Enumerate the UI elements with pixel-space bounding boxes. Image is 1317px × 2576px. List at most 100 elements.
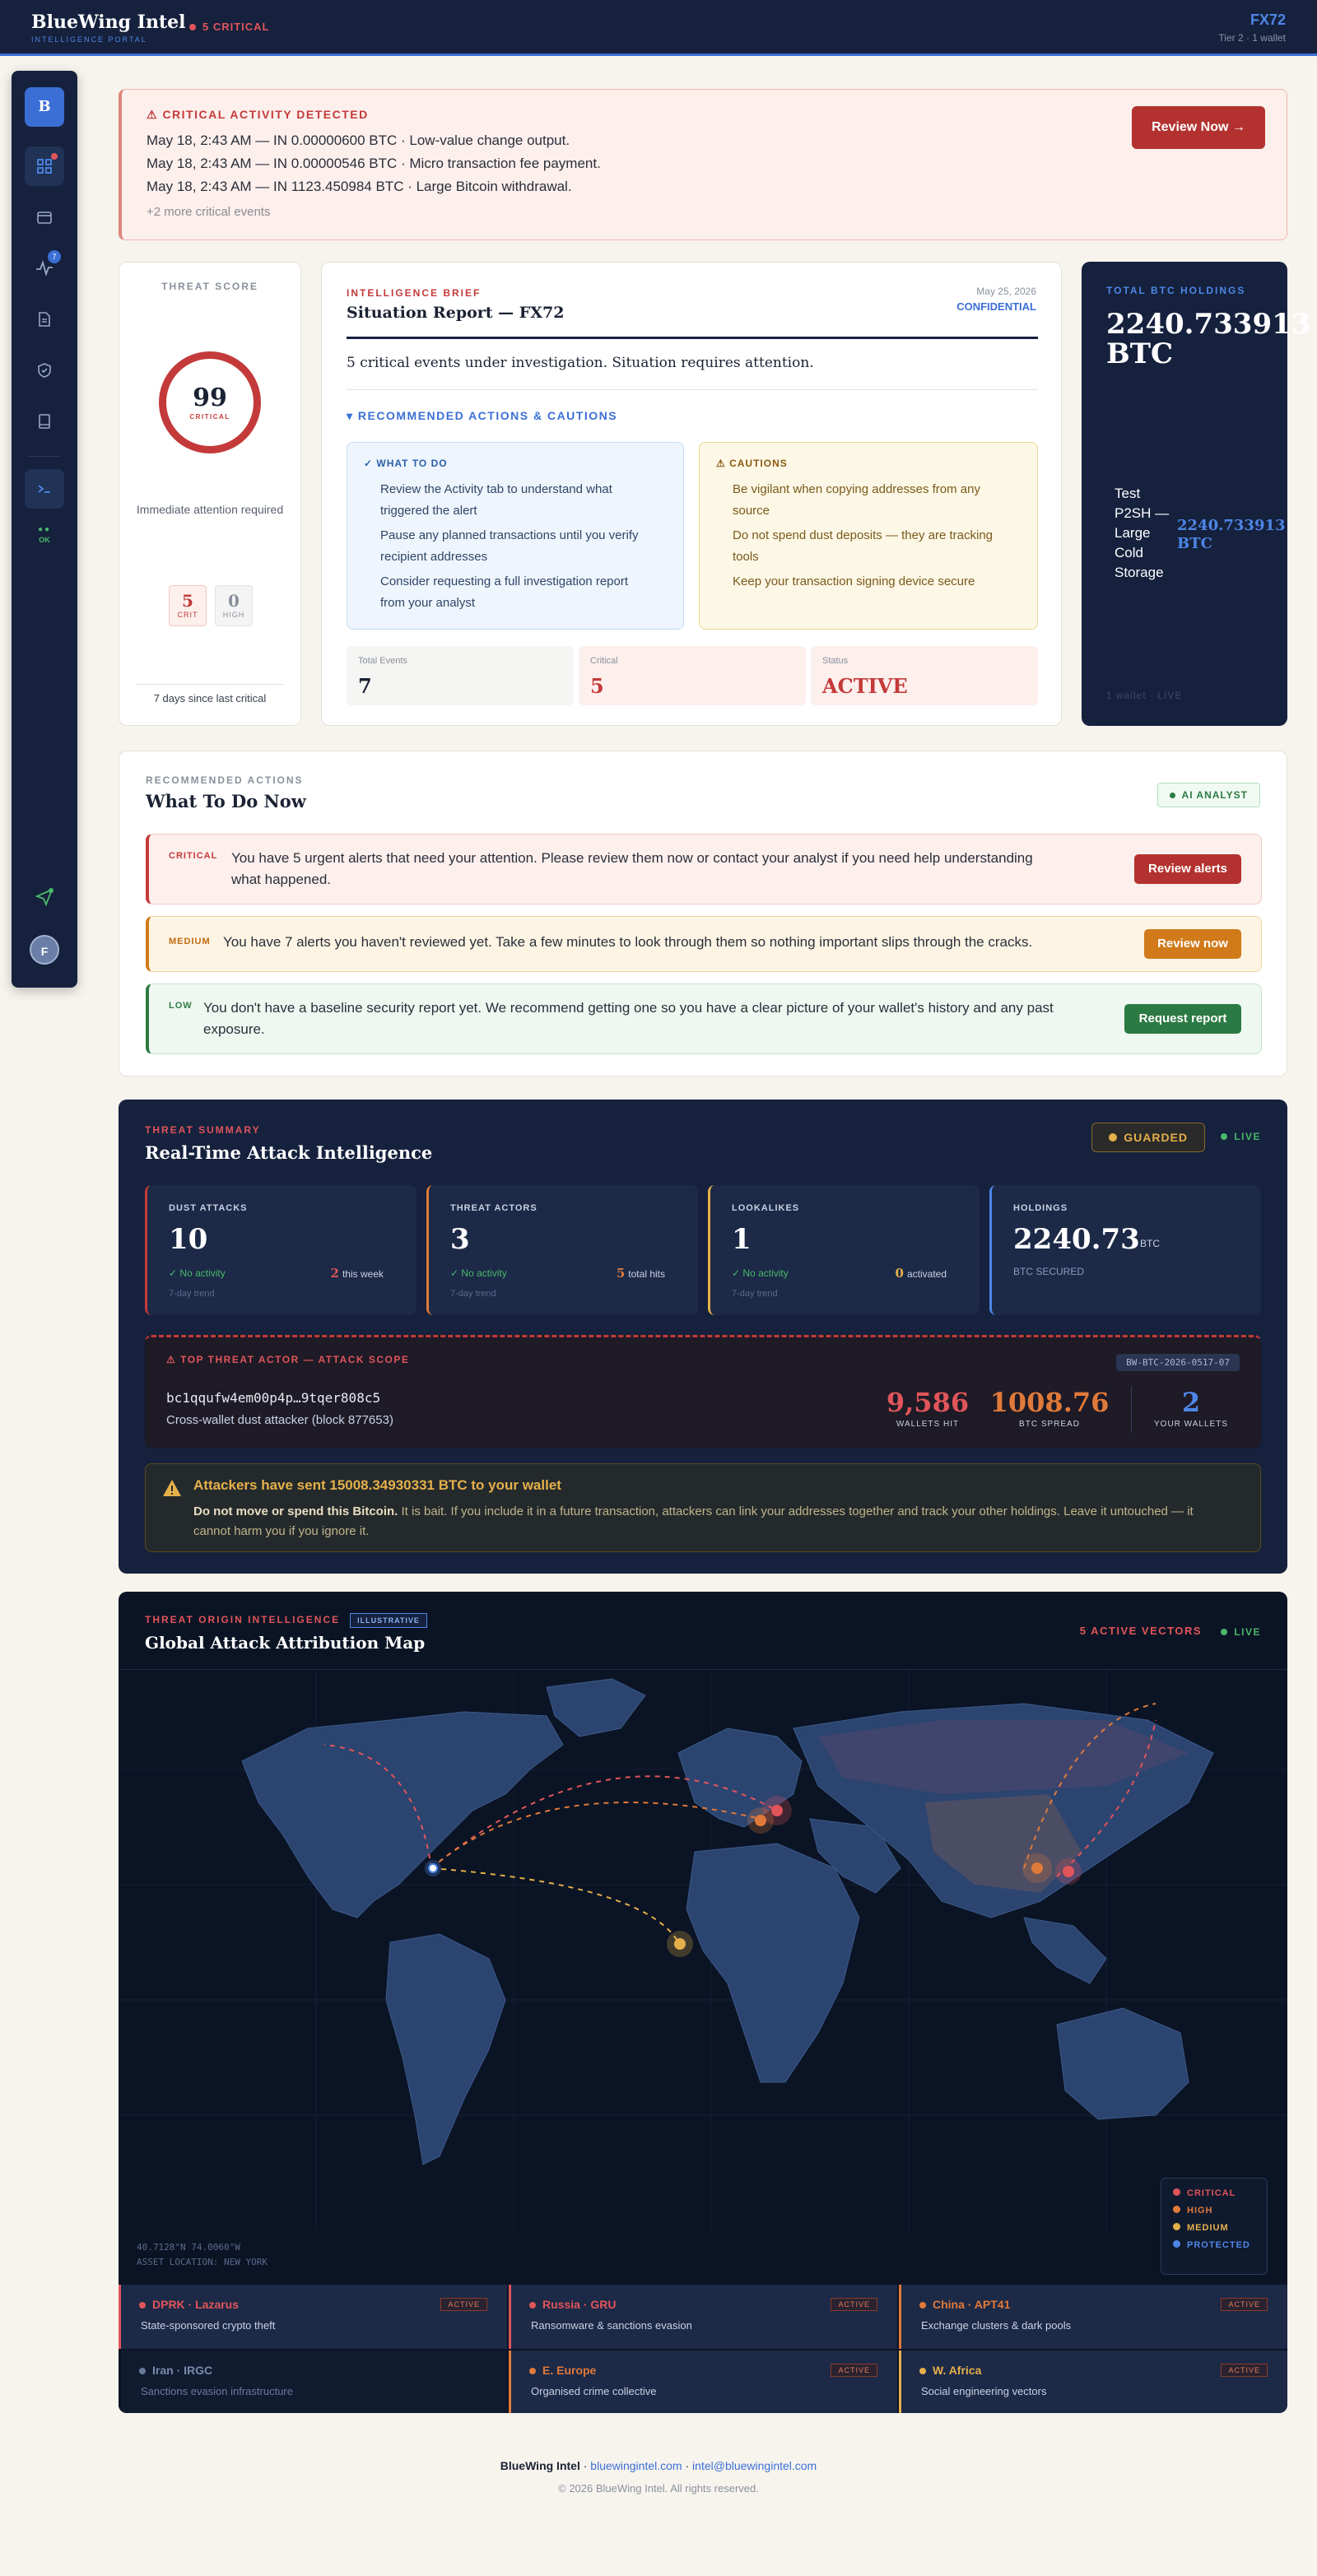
recommendation-text: You don't have a baseline security repor… (203, 1000, 1054, 1037)
metric-unit: BTC (1140, 1238, 1160, 1249)
asset-location-text: ASSET LOCATION: NEW YORK (137, 2257, 268, 2267)
origin-dot (919, 2302, 926, 2309)
sidebar-item-documents[interactable] (25, 300, 64, 339)
ai-analyst-badge: AI ANALYST (1156, 783, 1260, 807)
sidebar-item-security[interactable] (25, 351, 64, 390)
sidebar-item-terminal[interactable] (25, 469, 64, 509)
crit-count-box: 5 CRIT (169, 585, 207, 626)
review-alerts-button[interactable]: Review alerts (1134, 854, 1241, 884)
sidebar-item-dashboard[interactable] (25, 146, 64, 186)
metric-threat-actors[interactable]: THREAT ACTORS 3 ✓ No activity 5 total hit… (426, 1185, 698, 1315)
divider (347, 337, 1038, 339)
sidebar-divider (28, 456, 61, 457)
metric-trend-label: 7-day trend (169, 1289, 215, 1299)
btc-spread-value: 1008.76 (989, 1387, 1110, 1418)
metric-hits-count: 5 (616, 1266, 626, 1281)
stat-total-events: Total Events 7 (347, 646, 574, 705)
avatar[interactable]: F (30, 935, 59, 965)
threat-actor-description: Cross-wallet dust attacker (block 877653… (166, 1413, 393, 1427)
sidebar-logo[interactable]: B (25, 87, 64, 127)
system-status: ●● OK (12, 525, 77, 544)
brand-name[interactable]: BlueWing Intel (31, 12, 185, 33)
warning-emphasis: Do not move or spend this Bitcoin. (193, 1504, 398, 1518)
wallet-name[interactable]: Test P2SH — Large Cold Storage (1115, 484, 1180, 583)
total-holdings-card: TOTAL BTC HOLDINGS 2240.733913 BTC Test … (1082, 262, 1310, 726)
recommendation-level: MEDIUM (169, 937, 211, 946)
origin-russia[interactable]: Russia · GRU Ransomware & sanctions evasi… (509, 2285, 897, 2349)
sidebar-item-wallet[interactable] (25, 198, 64, 237)
metric-activated: 0 activated (896, 1266, 947, 1281)
metric-value: 1 (732, 1223, 752, 1256)
origin-label: Russia · GRU (542, 2298, 617, 2311)
shield-icon (38, 363, 51, 378)
guarded-status-badge: GUARDED (1091, 1123, 1205, 1152)
sidebar-item-activity[interactable]: 7 (25, 249, 64, 288)
list-item: Keep your transaction signing device sec… (733, 574, 975, 588)
days-since-critical: 7 days since last critical (153, 692, 267, 704)
origin-description: Organised crime collective (531, 2385, 657, 2397)
alert-title: ⚠ CRITICAL ACTIVITY DETECTED (147, 108, 369, 121)
divider (1131, 1387, 1132, 1433)
origin-w-africa[interactable]: W. Africa Social engineering vectors ACTIV… (899, 2350, 1287, 2413)
metric-holdings[interactable]: HOLDINGS 2240.73 BTC BTC SECURED (989, 1185, 1261, 1315)
origin-dot (919, 2368, 926, 2374)
review-now-button[interactable]: Review Now → (1132, 106, 1265, 149)
dust-warning-banner: Attackers have sent 15008.34930331 BTC t… (145, 1463, 1261, 1552)
metric-label: LOOKALIKES (732, 1203, 800, 1213)
recommendation-text: You have 7 alerts you haven't reviewed y… (223, 934, 1033, 950)
metric-status: ✓ No activity (732, 1267, 789, 1279)
metric-dust-attacks[interactable]: DUST ATTACKS 10 ✓ No activity 2 this week… (145, 1185, 417, 1315)
list-item: Pause any planned transactions until you… (380, 528, 639, 564)
metric-trend-label: 7-day trend (732, 1289, 778, 1299)
footer-links: BlueWing Intel · bluewingintel.com · int… (500, 2459, 817, 2472)
recommendations-tag: RECOMMENDED ACTIONS (146, 774, 304, 786)
wallets-hit-stat: 9,586 WALLETS HIT (882, 1387, 973, 1429)
origin-china[interactable]: China · APT41 Exchange clusters & dark po… (899, 2285, 1287, 2349)
request-report-button[interactable]: Request report (1124, 1004, 1241, 1034)
legend-item-high: HIGH (1173, 2206, 1255, 2216)
status-dots-icon: ●● (37, 525, 52, 534)
world-map[interactable] (119, 1671, 1287, 2230)
top-threat-actor-panel: ⚠ TOP THREAT ACTOR — ATTACK SCOPE bc1qqu… (145, 1335, 1261, 1448)
holdings-label: TOTAL BTC HOLDINGS (1106, 285, 1246, 296)
sidebar: B 7 ●● OK F (12, 71, 77, 988)
greenland-shape (546, 1678, 646, 1737)
divider (136, 684, 284, 685)
dashboard-icon (37, 159, 52, 174)
live-dot-icon (1221, 1629, 1228, 1635)
origin-e-europe[interactable]: E. Europe Organised crime collective ACTIV… (509, 2350, 897, 2413)
warning-body: Do not move or spend this Bitcoin. It is… (193, 1502, 1231, 1541)
live-label: LIVE (1234, 1131, 1261, 1142)
threat-score-value: 99 (193, 384, 227, 412)
user-tier: Tier 2 · 1 wallet (1218, 32, 1286, 44)
alert-more-link[interactable]: +2 more critical events (147, 205, 270, 219)
origin-iran[interactable]: Iran · IRGC Sanctions evasion infrastruct… (119, 2350, 507, 2413)
recommendations-card: RECOMMENDED ACTIONS What To Do Now AI AN… (119, 751, 1287, 1076)
divider (347, 389, 1038, 390)
critical-count-pill[interactable]: 5 CRITICAL (189, 21, 270, 33)
legend-dot (1173, 2188, 1180, 2196)
sidebar-item-library[interactable] (25, 402, 64, 441)
map-legend: CRITICAL HIGH MEDIUM PROTECTED (1161, 2178, 1268, 2275)
recommended-actions-toggle[interactable]: ▾ RECOMMENDED ACTIONS & CAUTIONS (347, 409, 617, 423)
threat-summary-tag: THREAT SUMMARY (145, 1124, 261, 1136)
metric-lookalikes[interactable]: LOOKALIKES 1 ✓ No activity 0 activated 7-… (708, 1185, 980, 1315)
footer-site-link[interactable]: bluewingintel.com (590, 2459, 682, 2472)
legend-item-critical: CRITICAL (1173, 2188, 1255, 2198)
threat-actor-address[interactable]: bc1qqufw4em00p4p…9tqer808c5 (166, 1390, 380, 1406)
recommendation-text: You have 5 urgent alerts that need your … (231, 850, 1033, 887)
sidebar-item-send[interactable] (25, 877, 64, 917)
cautions-title: ⚠ CAUTIONS (716, 458, 788, 469)
recommendation-medium: MEDIUM You have 7 alerts you haven't rev… (146, 916, 1262, 972)
origin-dprk[interactable]: DPRK · Lazarus State-sponsored crypto the… (119, 2285, 507, 2349)
crit-label: CRIT (177, 611, 198, 619)
stat-label: Total Events (358, 656, 407, 666)
stat-label: Status (822, 656, 849, 666)
illustrative-badge: ILLUSTRATIVE (350, 1613, 427, 1628)
review-now-button[interactable]: Review now (1144, 929, 1241, 959)
user-id[interactable]: FX72 (1250, 12, 1286, 29)
threat-summary-title: Real-Time Attack Intelligence (145, 1142, 433, 1163)
origin-description: Exchange clusters & dark pools (921, 2319, 1072, 2332)
origin-dot (139, 2368, 146, 2374)
footer-email-link[interactable]: intel@bluewingintel.com (692, 2459, 817, 2472)
